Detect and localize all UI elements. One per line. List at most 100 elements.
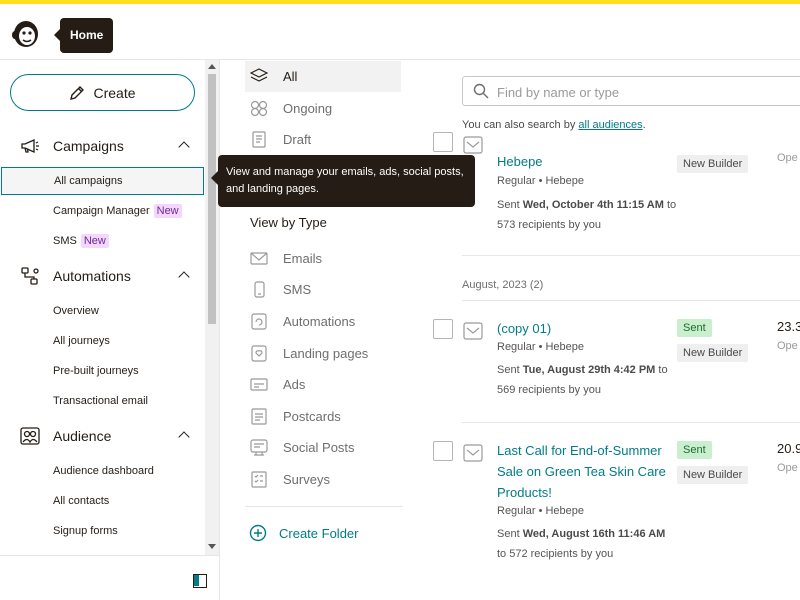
stat-label: Ope <box>777 340 798 352</box>
collapse-sidebar-icon[interactable] <box>193 574 207 588</box>
chevron-up-icon[interactable] <box>178 431 190 443</box>
create-folder-button[interactable]: Create Folder <box>249 522 358 544</box>
filter-all[interactable]: All <box>245 61 401 92</box>
row-checkbox[interactable] <box>433 132 453 152</box>
filter-automations[interactable]: Automations <box>245 306 401 337</box>
audience-icon <box>20 427 40 445</box>
sidebar-section-automations[interactable]: Automations <box>0 261 205 291</box>
filter-landing-pages[interactable]: Landing pages <box>245 338 401 369</box>
month-header: August, 2023 (2) <box>462 279 544 291</box>
all-audiences-link[interactable]: all audiences <box>578 119 642 131</box>
new-builder-tag: New Builder <box>677 344 749 362</box>
filter-emails[interactable]: Emails <box>245 243 401 274</box>
filter-label: Social Posts <box>283 440 355 455</box>
filter-label: All <box>283 69 298 84</box>
sent-date: Wed, August 16th 11:46 AM <box>522 528 666 540</box>
campaign-title-link[interactable]: (copy 01) <box>497 318 551 339</box>
draft-icon <box>252 131 266 148</box>
filter-label: Automations <box>283 314 356 329</box>
sidebar-item-label: All campaigns <box>54 175 123 187</box>
filter-label: Ongoing <box>283 101 333 116</box>
sidebar-item-label: SMS <box>53 235 77 247</box>
campaign-meta: Regular • Hebepe <box>497 341 585 353</box>
sidebar-item-transactional-email[interactable]: Transactional email <box>0 387 205 415</box>
sidebar-section-label: Automations <box>53 268 131 284</box>
sidebar-scrollbar[interactable] <box>205 60 219 555</box>
filter-label: SMS <box>283 282 312 297</box>
filter-sms[interactable]: SMS <box>245 274 401 305</box>
campaign-title-link[interactable]: Last Call for End-of-Summer Sale on Gree… <box>497 440 673 503</box>
sidebar-footer <box>0 555 219 600</box>
sidebar-section-audience[interactable]: Audience <box>0 421 205 451</box>
filter-ongoing[interactable]: Ongoing <box>245 93 401 124</box>
search-hint: You can also search by all audiences. <box>462 119 646 131</box>
sent-prefix: Sent <box>497 199 520 211</box>
chevron-up-icon[interactable] <box>178 141 190 153</box>
sidebar-item-label: Signup forms <box>53 525 118 537</box>
campaign-meta: Regular • Hebepe <box>497 175 585 187</box>
campaign-search[interactable] <box>462 76 800 106</box>
landing-page-icon <box>251 345 267 362</box>
sidebar-item-signup-forms[interactable]: Signup forms <box>0 517 205 545</box>
filter-social-posts[interactable]: Social Posts <box>245 432 401 463</box>
mailchimp-logo-icon[interactable] <box>10 16 42 50</box>
sidebar-item-label: Pre-built journeys <box>53 365 139 377</box>
row-divider <box>462 300 800 301</box>
filter-surveys[interactable]: Surveys <box>245 464 401 495</box>
view-by-type-heading: View by Type <box>250 215 327 230</box>
pencil-icon <box>70 85 85 100</box>
scrollbar-thumb[interactable] <box>208 74 216 324</box>
search-hint-suffix: . <box>642 119 646 131</box>
campaign-sent-info: Sent Wed, August 16th 11:46 AM to 572 re… <box>497 524 677 564</box>
chevron-up-icon[interactable] <box>178 271 190 283</box>
sidebar-item-all-contacts[interactable]: All contacts <box>0 487 205 515</box>
stat-label: Ope <box>777 462 798 474</box>
sidebar-item-label: Overview <box>53 305 99 317</box>
sidebar-item-audience-dashboard[interactable]: Audience dashboard <box>0 457 205 485</box>
social-post-icon <box>250 439 268 456</box>
search-input[interactable] <box>497 82 797 102</box>
envelope-icon <box>250 252 268 265</box>
sidebar-item-label: All contacts <box>53 495 110 507</box>
new-badge: New <box>153 204 182 218</box>
sidebar-item-label: All journeys <box>53 335 110 347</box>
sidebar-section-campaigns[interactable]: Campaigns <box>0 131 205 161</box>
campaign-sent-info: Sent Wed, October 4th 11:15 AM to 573 re… <box>497 195 677 235</box>
filter-postcards[interactable]: Postcards <box>245 401 401 432</box>
filter-ads[interactable]: Ads <box>245 369 401 400</box>
create-button-label: Create <box>93 84 136 101</box>
filter-draft[interactable]: Draft <box>245 124 401 155</box>
create-button[interactable]: Create <box>10 74 195 111</box>
postcard-icon <box>251 408 267 425</box>
sent-recipients: to 572 recipients by you <box>497 548 614 560</box>
create-folder-label: Create Folder <box>279 525 359 541</box>
campaign-title-link[interactable]: Hebepe <box>497 151 543 172</box>
sidebar-item-overview[interactable]: Overview <box>0 297 205 325</box>
sidebar-item-pre-built-journeys[interactable]: Pre-built journeys <box>0 357 205 385</box>
filter-divider <box>245 506 403 507</box>
phone-icon <box>254 281 265 298</box>
sidebar-section-label: Campaigns <box>53 138 124 154</box>
automation-icon <box>251 313 267 330</box>
row-divider <box>462 422 800 423</box>
table-row: Last Call for End-of-Summer Sale on Gree… <box>420 440 800 570</box>
sent-tag: Sent <box>677 441 712 459</box>
automation-flow-icon <box>21 267 39 285</box>
new-badge: New <box>80 234 109 248</box>
sidebar-item-campaign-manager[interactable]: Campaign Manager New <box>0 197 205 225</box>
scroll-up-arrow-icon[interactable] <box>208 64 216 69</box>
scroll-down-arrow-icon[interactable] <box>208 544 216 549</box>
sidebar-item-all-journeys[interactable]: All journeys <box>0 327 205 355</box>
home-tooltip: Home <box>53 18 114 53</box>
top-bar: Home <box>0 0 800 60</box>
sent-prefix: Sent <box>497 528 520 540</box>
filter-label: Postcards <box>283 409 341 424</box>
stat-label: Ope <box>777 152 798 164</box>
sidebar-item-all-campaigns[interactable]: All campaigns <box>1 167 204 195</box>
sidebar-item-sms[interactable]: SMS New <box>0 227 205 255</box>
row-checkbox[interactable] <box>433 319 453 339</box>
row-checkbox[interactable] <box>433 441 453 461</box>
sent-date: Tue, August 29th 4:42 PM <box>522 364 656 376</box>
new-builder-tag: New Builder <box>677 155 749 173</box>
sidebar-divider <box>219 60 220 600</box>
